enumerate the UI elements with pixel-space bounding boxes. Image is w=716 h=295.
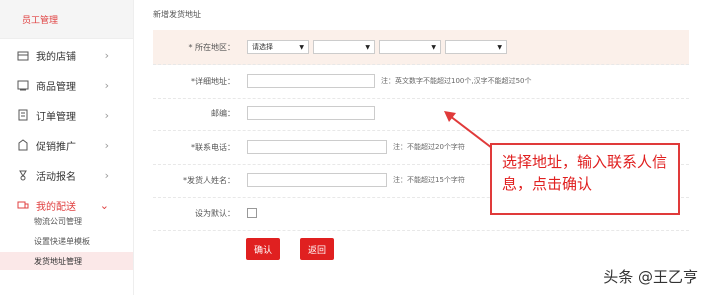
- chevron-down-icon: ⌄: [99, 198, 109, 212]
- sidebar-item-label: 促销推广: [36, 141, 76, 153]
- district-select[interactable]: ▼: [379, 40, 441, 54]
- chevron-right-icon: ›: [104, 78, 109, 92]
- sidebar-item-label: 订单管理: [36, 111, 76, 123]
- delivery-icon: [16, 198, 30, 212]
- page-title: 新增发货地址: [153, 10, 201, 19]
- back-button[interactable]: 返回: [300, 238, 334, 260]
- address-input[interactable]: [247, 74, 375, 88]
- goods-icon: [16, 78, 30, 92]
- street-select[interactable]: ▼: [445, 40, 507, 54]
- sidebar-item-label: 商品管理: [36, 81, 76, 93]
- sidebar-item-orders[interactable]: 订单管理 ›: [0, 100, 133, 130]
- activity-icon: [16, 168, 30, 182]
- sender-input[interactable]: [247, 173, 387, 187]
- zipcode-input[interactable]: [247, 106, 375, 120]
- chevron-right-icon: ›: [104, 168, 109, 182]
- sidebar-subitem-template[interactable]: 设置快递单模板: [0, 232, 133, 250]
- store-icon: [16, 48, 30, 62]
- chevron-right-icon: ›: [104, 48, 109, 62]
- sidebar: 员工管理 我的店铺 › 商品管理 › 订单管理 › 促销推广 › 活动报名 ›: [0, 0, 134, 295]
- sidebar-subitem-logistics[interactable]: 物流公司管理: [0, 212, 133, 230]
- chevron-right-icon: ›: [104, 138, 109, 152]
- sidebar-subitem-label: 设置快递单模板: [34, 236, 90, 246]
- order-icon: [16, 108, 30, 122]
- sidebar-subitem-address[interactable]: 发货地址管理: [0, 252, 133, 270]
- region-label: * 所在地区：: [188, 42, 235, 52]
- sidebar-item-activity[interactable]: 活动报名 ›: [0, 160, 133, 190]
- sidebar-item-label: 我的店铺: [36, 51, 76, 63]
- sender-label: *发货人姓名：: [183, 175, 235, 185]
- chevron-right-icon: ›: [104, 108, 109, 122]
- sidebar-subitem-label: 物流公司管理: [34, 216, 82, 226]
- zipcode-row: 邮编：: [153, 96, 689, 131]
- address-note: 注：英文数字不能超过100个,汉字不能超过50个: [381, 77, 532, 85]
- confirm-button[interactable]: 确认: [246, 238, 280, 260]
- address-label: *详细地址：: [191, 76, 235, 86]
- phone-label: *联系电话：: [191, 142, 235, 152]
- sender-note: 注：不能超过15个字符: [393, 176, 465, 184]
- sidebar-item-store[interactable]: 我的店铺 ›: [0, 40, 133, 70]
- phone-note: 注：不能超过20个字符: [393, 143, 465, 151]
- dropdown-arrow-icon: ▼: [365, 43, 370, 51]
- sidebar-top-label: 员工管理: [22, 15, 59, 26]
- sidebar-top-item[interactable]: 员工管理: [0, 0, 133, 39]
- watermark: 头条 @王乙亨: [603, 268, 698, 286]
- sidebar-item-label: 活动报名: [36, 171, 76, 183]
- dropdown-arrow-icon: ▼: [497, 43, 502, 51]
- sidebar-subitem-label: 发货地址管理: [34, 256, 82, 266]
- zipcode-label: 邮编：: [211, 108, 235, 118]
- sidebar-item-goods[interactable]: 商品管理 ›: [0, 70, 133, 100]
- address-row: *详细地址： 注：英文数字不能超过100个,汉字不能超过50个: [153, 64, 689, 99]
- province-select[interactable]: 请选择 ▼: [247, 40, 309, 54]
- city-select[interactable]: ▼: [313, 40, 375, 54]
- province-select-value: 请选择: [252, 43, 273, 51]
- phone-input[interactable]: [247, 140, 387, 154]
- sidebar-item-label: 我的配送: [36, 201, 76, 213]
- default-label: 设为默认：: [195, 208, 235, 218]
- sidebar-item-promotion[interactable]: 促销推广 ›: [0, 130, 133, 160]
- dropdown-arrow-icon: ▼: [299, 43, 304, 51]
- dropdown-arrow-icon: ▼: [431, 43, 436, 51]
- default-checkbox[interactable]: [247, 208, 257, 218]
- promotion-icon: [16, 138, 30, 152]
- annotation-callout: 选择地址，输入联系人信息，点击确认: [490, 143, 680, 215]
- region-row: * 所在地区： 请选择 ▼ ▼ ▼ ▼: [153, 30, 689, 65]
